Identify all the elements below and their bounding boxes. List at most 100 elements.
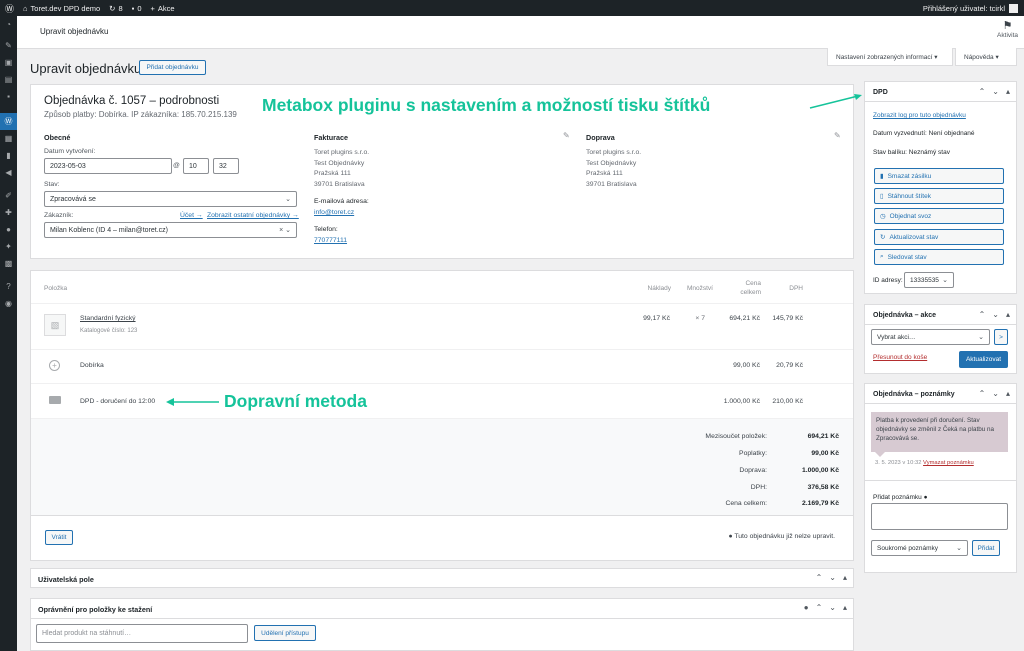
delete-note-link[interactable]: Vymazat poznámku: [923, 460, 974, 466]
settings-menu-icon[interactable]: ▩: [0, 255, 17, 272]
collapse-menu-icon[interactable]: ◉: [0, 295, 17, 312]
note-meta: 3. 5. 2023 v 10:32 Vymazat poznámku: [875, 460, 974, 466]
chevron-up-icon[interactable]: ⌃: [979, 389, 986, 398]
chevron-up-icon[interactable]: ⌃: [979, 87, 986, 96]
order-heading: Objednávka č. 1057 – podrobnosti: [44, 95, 220, 107]
time-separator: @: [173, 162, 180, 169]
downloads-title: Oprávnění pro položky ke stažení: [38, 605, 153, 614]
woocommerce-menu-icon[interactable]: Ⓦ: [0, 113, 17, 130]
add-note-button[interactable]: Přidat: [972, 540, 1000, 556]
shipping-method-annotation: Dopravní metoda: [224, 391, 367, 411]
item-column-header: Položka: [44, 285, 68, 292]
hour-input[interactable]: 10: [183, 158, 209, 174]
chevron-down-icon: ⌄: [942, 277, 948, 284]
apply-action-button[interactable]: >: [994, 329, 1008, 345]
totals-label: DPH:: [750, 484, 767, 491]
delete-shipment-button[interactable]: ▮ Smazat zásilku: [874, 168, 1004, 184]
admin-side-menu: ◔ ✎ ▣ ▤ ▪ Ⓦ ▦ ▮ ◀ ✐ ✚ ● ✦ ▩ ? ◉: [0, 16, 17, 651]
edit-shipping-pencil-icon[interactable]: ✎: [834, 131, 841, 140]
search-icon: ⌕: [880, 253, 884, 260]
update-status-button[interactable]: ↻ Aktualizovat stav: [874, 229, 1004, 245]
appearance-menu-icon[interactable]: ✐: [0, 187, 17, 204]
product-cost: 99,17 Kč: [643, 315, 670, 322]
wordpress-logo-icon[interactable]: Ⓦ: [5, 2, 14, 15]
track-status-button[interactable]: ⌕ Sledovat stav: [874, 249, 1004, 265]
chevron-up-icon[interactable]: ⌃: [816, 603, 823, 612]
note-type-select[interactable]: Soukromé poznámky ⌄: [871, 540, 968, 556]
update-order-button[interactable]: Aktualizovat: [959, 351, 1008, 368]
pages-menu-icon[interactable]: ▤: [0, 71, 17, 88]
chevron-up-icon[interactable]: ⌃: [816, 573, 823, 582]
metabox-annotation-arrow: [809, 94, 862, 109]
minute-input[interactable]: 32: [213, 158, 239, 174]
updates-link[interactable]: ↻ 8: [109, 4, 122, 13]
billing-email-link[interactable]: info@toret.cz: [314, 209, 354, 216]
media-menu-icon[interactable]: ▣: [0, 54, 17, 71]
collapse-toggle-icon[interactable]: ▴: [1006, 389, 1010, 398]
help-menu-icon[interactable]: ?: [0, 278, 17, 295]
phone-label: Telefon:: [314, 226, 338, 233]
custom-fields-panel[interactable]: Uživatelská pole ⌃ ⌄ ▴: [30, 568, 854, 588]
user-account-menu[interactable]: Přihlášený uživatel: tcirkl: [923, 0, 1018, 16]
totals-value: 694,21 Kč: [807, 433, 839, 440]
products-menu-icon[interactable]: ▦: [0, 130, 17, 147]
collapse-toggle-icon[interactable]: ▴: [1006, 87, 1010, 96]
shipping-tax: 210,00 Kč: [772, 398, 803, 405]
not-editable-note: ● Tuto objednávku již nelze upravit.: [728, 533, 835, 540]
new-content-link[interactable]: + Akce: [150, 4, 174, 13]
chevron-down-icon: ⌄: [956, 545, 962, 552]
billing-phone-link[interactable]: 770777111: [314, 237, 347, 244]
collapse-toggle-icon[interactable]: ▴: [843, 573, 847, 582]
customer-profile-link[interactable]: Účet →: [180, 212, 203, 219]
chevron-down-icon[interactable]: ⌄: [992, 87, 999, 96]
note-textarea[interactable]: [871, 503, 1008, 530]
parcel-status: Stav balíku: Neznámý stav: [873, 149, 950, 156]
table-row: DPD - doručení do 12:00 1.000,00 Kč 210,…: [31, 383, 853, 417]
analytics-menu-icon[interactable]: ▮: [0, 147, 17, 164]
help-toggle[interactable]: Nápověda ▾: [955, 48, 1017, 66]
address-id-select[interactable]: 13335535 ⌄: [904, 272, 954, 288]
edit-billing-pencil-icon[interactable]: ✎: [563, 131, 570, 140]
other-orders-link[interactable]: Zobrazit ostatní objednávky →: [207, 212, 299, 219]
chevron-down-icon[interactable]: ⌄: [992, 389, 999, 398]
activity-button[interactable]: ⚑ Aktivita: [997, 20, 1018, 39]
plugins-menu-icon[interactable]: ✚: [0, 204, 17, 221]
grant-access-button[interactable]: Udělení přístupu: [254, 625, 316, 641]
download-label-button[interactable]: ▯ Stáhnout štítek: [874, 188, 1004, 204]
chevron-up-icon[interactable]: ⌃: [979, 310, 986, 319]
download-search-input[interactable]: Hledat produkt na stáhnutí…: [36, 624, 248, 643]
posts-menu-icon[interactable]: ✎: [0, 37, 17, 54]
order-items-panel: Položka Náklady Množství Cena celkem DPH …: [30, 270, 854, 561]
note-pointer: [875, 452, 885, 457]
users-menu-icon[interactable]: ●: [0, 221, 17, 238]
shipping-total: 1.000,00 Kč: [723, 398, 760, 405]
collapse-toggle-icon[interactable]: ▴: [843, 603, 847, 612]
flag-icon: ⚑: [1002, 20, 1013, 32]
add-order-button[interactable]: Přidat objednávku: [139, 60, 206, 75]
comments-link[interactable]: ▪ 0: [132, 4, 142, 13]
chevron-down-icon[interactable]: ⌄: [992, 310, 999, 319]
plus-icon: +: [150, 3, 155, 13]
product-qty: × 7: [695, 315, 705, 322]
marketing-menu-icon[interactable]: ◀: [0, 164, 17, 181]
customer-select[interactable]: Milan Koblenc (ID 4 – milan@toret.cz) × ⌄: [44, 222, 297, 238]
dpd-log-link[interactable]: Zobrazit log pro tuto objednávku: [873, 112, 966, 119]
refund-button[interactable]: Vrátit: [45, 530, 73, 545]
chevron-down-icon[interactable]: ⌄: [829, 573, 836, 582]
status-label: Stav:: [44, 181, 60, 188]
totals-section: Mezisoučet položek: 694,21 Kč Poplatky: …: [31, 418, 853, 515]
site-name-link[interactable]: ⌂ Toret.dev DPD demo: [23, 4, 100, 13]
dashboard-menu-icon[interactable]: ◔: [0, 16, 17, 33]
chevron-down-icon[interactable]: ⌄: [829, 603, 836, 612]
tools-menu-icon[interactable]: ✦: [0, 238, 17, 255]
order-action-select[interactable]: Vybrat akci… ⌄: [871, 329, 990, 345]
status-select[interactable]: Zpracovává se ⌄: [44, 191, 297, 207]
product-name-link[interactable]: Standardní fyzický: [80, 315, 136, 322]
help-icon[interactable]: ●: [804, 603, 809, 612]
screen-options-toggle[interactable]: Nastavení zobrazených informací ▾: [827, 48, 953, 66]
order-pickup-button[interactable]: ◷ Objednat svoz: [874, 208, 1004, 224]
move-to-trash-link[interactable]: Přesunout do koše: [873, 354, 927, 361]
date-input[interactable]: 2023-05-03: [44, 158, 172, 174]
collapse-toggle-icon[interactable]: ▴: [1006, 310, 1010, 319]
comments-menu-icon[interactable]: ▪: [0, 88, 17, 105]
